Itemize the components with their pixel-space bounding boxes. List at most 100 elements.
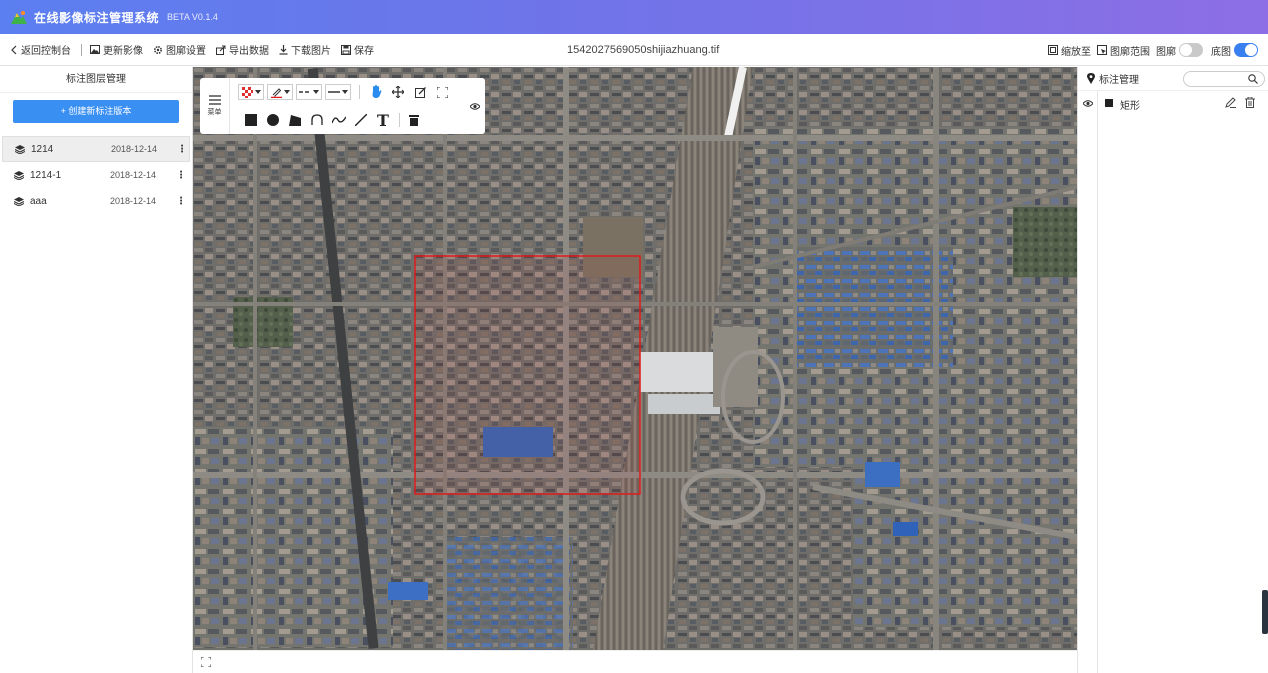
frame-toggle[interactable] <box>1179 43 1203 57</box>
layer-date: 2018-12-14 <box>110 196 157 206</box>
search-icon[interactable] <box>1248 74 1258 84</box>
zoom-to-label: 缩放至 <box>1061 46 1091 58</box>
delete-tool[interactable] <box>405 114 423 126</box>
download-image-button[interactable]: 下载图片 <box>279 42 331 57</box>
caret-down-icon <box>254 90 261 94</box>
circle-tool[interactable] <box>262 114 284 126</box>
toggle-knob <box>1245 44 1257 56</box>
export-icon <box>216 45 226 55</box>
dash-style-icon <box>299 91 311 93</box>
fullscreen-button[interactable] <box>431 86 453 98</box>
pan-hand-button[interactable] <box>365 85 387 99</box>
text-tool[interactable]: T <box>372 111 394 130</box>
extent-button[interactable]: 图廓范围 <box>1097 43 1150 58</box>
mountain-logo-icon <box>11 11 27 24</box>
layers-icon <box>14 196 24 206</box>
update-image-button[interactable]: 更新影像 <box>90 42 143 57</box>
layer-date: 2018-12-14 <box>111 144 158 154</box>
polygon-icon <box>289 115 301 126</box>
layer-row[interactable]: 1214 2018-12-14 ⋮ <box>2 136 190 162</box>
panel-title: 标注图层管理 <box>0 67 192 93</box>
more-options-icon[interactable]: ⋮ <box>176 170 186 181</box>
pan-hand-icon <box>372 85 382 98</box>
line-icon <box>355 114 367 126</box>
panel-header: 标注管理 <box>1078 67 1268 91</box>
line-width-icon <box>328 91 340 93</box>
panel-title: 标注管理 <box>1099 75 1139 86</box>
line-tool[interactable] <box>350 114 372 126</box>
toggle-knob <box>1180 44 1192 56</box>
pencil-edit-icon[interactable] <box>1225 97 1236 108</box>
layers-icon <box>14 170 24 180</box>
curve-tool[interactable] <box>306 114 328 126</box>
stroke-color-dropdown[interactable] <box>267 84 293 100</box>
save-icon <box>341 44 351 55</box>
layer-name: aaa <box>30 195 47 207</box>
export-data-button[interactable]: 导出数据 <box>216 42 269 57</box>
layer-row[interactable]: aaa 2018-12-14 ⋮ <box>2 188 190 214</box>
toolbar-visibility-button[interactable] <box>465 78 485 134</box>
text-icon: T <box>377 110 389 130</box>
back-button[interactable]: 返回控制台 <box>10 42 71 57</box>
gear-icon <box>153 45 163 54</box>
drawing-toolbar: T <box>230 78 465 134</box>
dash-style-dropdown[interactable] <box>296 84 322 100</box>
search-input[interactable] <box>1192 73 1247 85</box>
more-options-icon[interactable]: ⋮ <box>176 196 186 207</box>
layer-settings-label: 图廓设置 <box>166 46 206 57</box>
extent-label: 图廓范围 <box>1110 46 1150 58</box>
more-options-icon[interactable]: ⋮ <box>177 144 187 155</box>
eye-icon <box>470 102 480 110</box>
tool-divider <box>359 85 360 99</box>
layer-name: 1214-1 <box>30 169 62 181</box>
basemap-label: 底图 <box>1211 46 1231 58</box>
hamburger-icon <box>208 95 221 105</box>
eye-icon[interactable] <box>1083 100 1093 107</box>
aerial-image <box>193 67 1077 650</box>
map-canvas[interactable] <box>193 67 1077 650</box>
annotation-row[interactable]: 矩形 <box>1078 91 1268 115</box>
edit-icon <box>414 86 426 98</box>
draw-menu-button[interactable]: 菜单 <box>200 78 230 134</box>
move-button[interactable] <box>387 86 409 98</box>
rectangle-tool[interactable] <box>240 114 262 126</box>
create-version-button[interactable]: + 创建新标注版本 <box>13 100 179 123</box>
toolbar-divider <box>81 43 82 56</box>
side-scroll-handle[interactable] <box>1262 590 1268 634</box>
edit-button[interactable] <box>409 86 431 98</box>
layer-management-panel: 标注图层管理 + 创建新标注版本 1214 2018-12-14 ⋮ 1214-… <box>0 67 193 673</box>
chevron-left-icon <box>11 45 17 54</box>
fill-pattern-dropdown[interactable] <box>238 84 264 100</box>
freehand-tool[interactable] <box>328 115 350 125</box>
save-button[interactable]: 保存 <box>341 42 374 57</box>
image-icon <box>90 45 100 54</box>
back-label: 返回控制台 <box>21 46 71 57</box>
layer-settings-button[interactable]: 图廓设置 <box>153 42 206 57</box>
title-bar: 在线影像标注管理系统 BETA V0.1.4 <box>0 0 1268 34</box>
app-title: 在线影像标注管理系统 <box>34 10 160 25</box>
app-version: BETA V0.1.4 <box>167 12 218 22</box>
basemap-toggle[interactable] <box>1234 43 1258 57</box>
toolbar-right-group: 缩放至 图廓范围 图廓 底图 <box>1048 34 1258 66</box>
stroke-color-icon <box>270 87 282 98</box>
fullscreen-icon[interactable] <box>201 657 211 667</box>
update-image-label: 更新影像 <box>103 46 143 57</box>
export-data-label: 导出数据 <box>229 46 269 57</box>
annotation-rectangle[interactable] <box>414 255 641 495</box>
trash-icon[interactable] <box>1245 97 1255 108</box>
download-image-label: 下载图片 <box>291 46 331 57</box>
caret-down-icon <box>313 90 319 94</box>
map-status-bar <box>193 650 1077 673</box>
line-width-dropdown[interactable] <box>325 84 351 100</box>
main-toolbar: 返回控制台 更新影像 图廓设置 导出数据 下载图片 保存 15420275690… <box>0 34 1268 66</box>
layer-list: 1214 2018-12-14 ⋮ 1214-1 2018-12-14 ⋮ aa… <box>2 136 190 214</box>
layer-row[interactable]: 1214-1 2018-12-14 ⋮ <box>2 162 190 188</box>
layer-date: 2018-12-14 <box>110 170 157 180</box>
polygon-tool[interactable] <box>284 114 306 126</box>
fill-pattern-icon <box>241 86 253 98</box>
map-pin-icon <box>1087 73 1095 84</box>
zoom-to-button[interactable]: 缩放至 <box>1048 43 1091 58</box>
file-name: 1542027569050shijiazhuang.tif <box>567 44 720 56</box>
zoom-frame-icon <box>1048 45 1058 55</box>
tool-divider <box>399 113 400 127</box>
